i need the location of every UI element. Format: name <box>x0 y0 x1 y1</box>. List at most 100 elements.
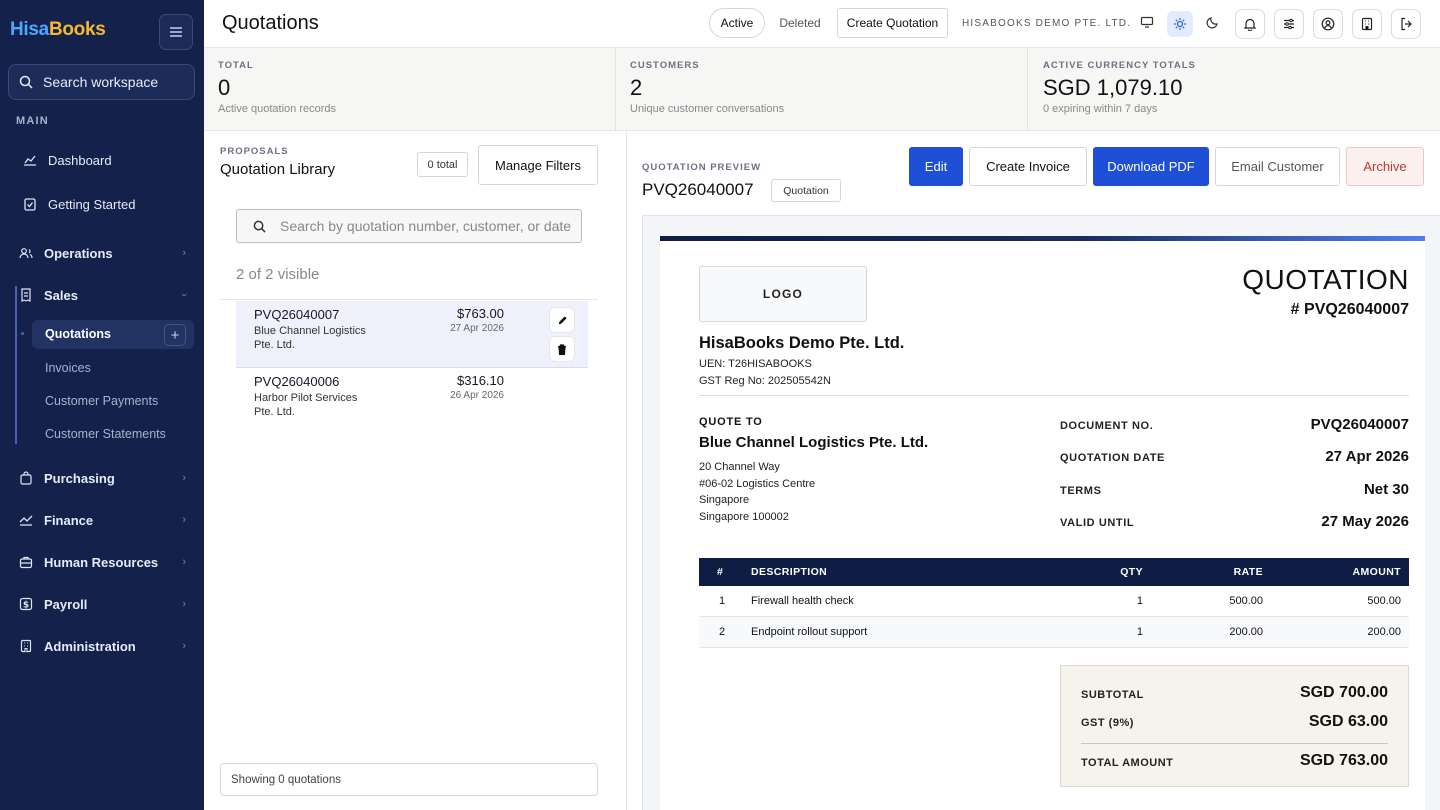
filter-active-tab[interactable]: Active <box>709 8 765 38</box>
sidebar-group-operations[interactable]: Operations › <box>18 244 186 262</box>
archive-button[interactable]: Archive <box>1346 147 1424 186</box>
workspace-search[interactable]: Search workspace <box>8 64 195 100</box>
chevron-right-icon: › <box>182 640 186 652</box>
delete-row-button[interactable] <box>550 337 574 361</box>
company-switch-button[interactable] <box>1352 9 1382 39</box>
library-eyebrow: PROPOSALS <box>220 146 289 157</box>
document-number-line: # PVQ26040007 <box>1290 301 1409 318</box>
row-customer-line1: Harbor Pilot Services <box>254 392 358 404</box>
bell-icon <box>1243 18 1257 31</box>
stat-currency: ACTIVE CURRENCY TOTALS SGD 1,079.10 0 ex… <box>1029 48 1440 131</box>
meta-label: DOCUMENT NO. <box>1060 420 1154 432</box>
sidebar-item-label: Purchasing <box>44 470 115 486</box>
settings-sliders-button[interactable] <box>1274 9 1304 39</box>
sidebar-group-sales[interactable]: Sales › <box>18 286 190 304</box>
manage-filters-button[interactable]: Manage Filters <box>478 145 598 185</box>
chevron-right-icon: › <box>182 514 186 526</box>
customer-name: Blue Channel Logistics Pte. Ltd. <box>699 434 929 451</box>
issuer-gst-reg: GST Reg No: 202505542N <box>699 375 831 387</box>
pencil-icon <box>558 315 567 324</box>
preview-eyebrow: QUOTATION PREVIEW <box>642 162 762 173</box>
sidebar-item-label: Getting Started <box>48 196 136 212</box>
row-date: 26 Apr 2026 <box>450 390 504 401</box>
line-rate: 200.00 <box>1229 626 1263 638</box>
sidebar-item-label: Finance <box>44 512 94 528</box>
chevron-right-icon: › <box>182 472 186 484</box>
sidebar-group-purchasing[interactable]: Purchasing › <box>18 469 186 487</box>
logout-button[interactable] <box>1391 9 1421 39</box>
col-header-qty: QTY <box>1120 566 1143 578</box>
sidebar-item-quotations[interactable]: Quotations <box>45 327 111 341</box>
sidebar-item-label: Administration <box>44 638 136 654</box>
building-icon <box>18 638 34 654</box>
monitor-icon[interactable] <box>1140 15 1154 34</box>
add-quotation-icon[interactable]: + <box>164 324 186 346</box>
email-customer-button[interactable]: Email Customer <box>1215 147 1340 186</box>
line-amount: 200.00 <box>1367 626 1401 638</box>
brand-part2: Books <box>48 19 106 40</box>
row-date: 27 Apr 2026 <box>450 323 504 334</box>
sidebar-group-human-resources[interactable]: Human Resources › <box>18 553 186 571</box>
brand-part1: Hisa <box>10 19 49 40</box>
library-search-input[interactable]: Search by quotation number, customer, or… <box>236 209 582 243</box>
create-invoice-button[interactable]: Create Invoice <box>969 147 1087 186</box>
row-customer-line2: Pte. Ltd. <box>254 406 295 418</box>
row-number: PVQ26040007 <box>254 307 340 322</box>
sidebar-item-label: Payroll <box>44 596 88 612</box>
menu-toggle-button[interactable] <box>159 14 193 50</box>
theme-switcher <box>1134 9 1226 39</box>
sidebar-group-administration[interactable]: Administration › <box>18 637 186 655</box>
edit-button[interactable]: Edit <box>909 147 963 186</box>
users-icon <box>18 245 34 261</box>
address-line: #06-02 Logistics Centre <box>699 477 816 490</box>
chevron-right-icon: › <box>182 247 186 259</box>
sidebar-group-finance[interactable]: Finance › <box>18 511 186 529</box>
brand-logo[interactable]: HisaBooks <box>10 19 106 41</box>
download-pdf-button[interactable]: Download PDF <box>1093 147 1209 186</box>
sun-icon[interactable] <box>1166 11 1193 37</box>
sidebar-item-label: Dashboard <box>48 152 112 168</box>
line-item-row: 1 Firewall health check 1 500.00 500.00 <box>699 586 1409 617</box>
sidebar-item-invoices[interactable]: Invoices <box>45 361 91 375</box>
quote-to-label: QUOTE TO <box>699 416 763 428</box>
moon-icon[interactable] <box>1206 15 1220 34</box>
panel-divider <box>626 131 627 810</box>
page-title: Quotations <box>222 12 319 34</box>
sidebar-item-getting-started[interactable]: Getting Started <box>22 195 194 213</box>
gst-label: GST (9%) <box>1081 717 1134 729</box>
stat-customers-value: 2 <box>630 75 643 100</box>
building-icon <box>1361 17 1373 31</box>
edit-row-button[interactable] <box>550 308 574 332</box>
sidebar-item-label: Operations <box>44 245 113 261</box>
row-customer: Blue Channel Logistics Pte. Ltd. <box>254 324 366 352</box>
user-circle-icon <box>1321 17 1335 31</box>
quotation-library-panel: PROPOSALS Quotation Library 0 total Mana… <box>204 131 626 810</box>
line-item-row: 2 Endpoint rollout support 1 200.00 200.… <box>699 617 1409 648</box>
quotation-row[interactable]: PVQ26040007 Blue Channel Logistics Pte. L… <box>236 301 588 368</box>
sidebar-item-dashboard[interactable]: Dashboard <box>22 151 194 169</box>
filter-deleted-tab[interactable]: Deleted <box>772 8 828 38</box>
row-number: PVQ26040006 <box>254 374 340 389</box>
quotation-row[interactable]: PVQ26040006 Harbor Pilot Services Pte. Lt… <box>236 368 588 428</box>
trash-icon <box>558 343 566 355</box>
issuer-uen: UEN: T26HISABOOKS <box>699 358 812 370</box>
address-line: Singapore <box>699 494 750 506</box>
row-customer-line1: Blue Channel Logistics <box>254 325 366 337</box>
notifications-button[interactable] <box>1235 9 1265 39</box>
gst-value: SGD 63.00 <box>1308 713 1388 730</box>
stat-customers-label: CUSTOMERS <box>630 60 700 71</box>
stat-total-label: TOTAL <box>218 60 254 71</box>
divider <box>220 299 598 300</box>
sidebar-item-customer-statements[interactable]: Customer Statements <box>45 427 166 441</box>
trend-icon <box>18 512 34 528</box>
line-description: Endpoint rollout support <box>751 626 868 638</box>
col-header-num: # <box>717 566 724 578</box>
sidebar-item-label: Human Resources <box>44 554 159 570</box>
meta-value: Net 30 <box>1363 481 1409 498</box>
line-description: Firewall health check <box>751 595 854 607</box>
profile-button[interactable] <box>1313 9 1343 39</box>
sidebar-group-payroll[interactable]: $ Payroll › <box>18 595 186 613</box>
stats-bar: TOTAL 0 Active quotation records CUSTOME… <box>204 48 1440 131</box>
create-quotation-button[interactable]: Create Quotation <box>837 8 948 38</box>
sidebar-item-customer-payments[interactable]: Customer Payments <box>45 394 158 408</box>
